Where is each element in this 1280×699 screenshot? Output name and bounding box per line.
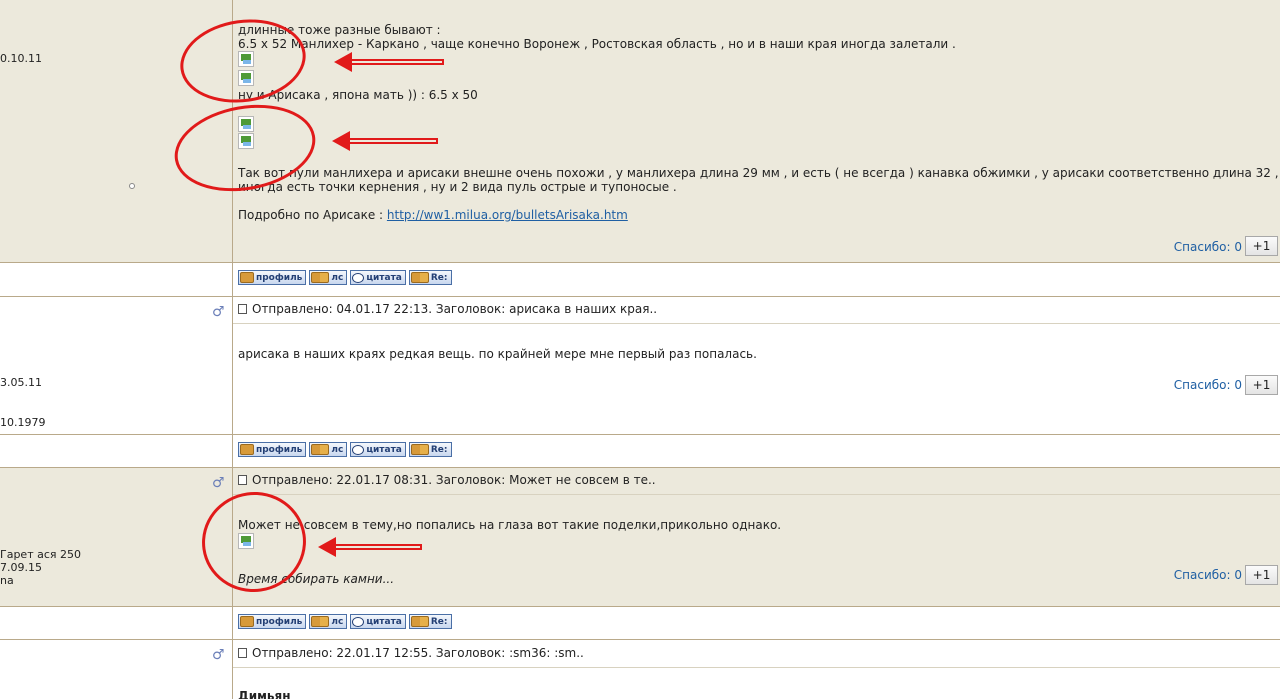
divider <box>0 639 1280 640</box>
post1-link[interactable]: http://ww1.milua.org/bulletsArisaka.htm <box>387 208 628 222</box>
post4-header: Отправлено: 22.01.17 12:55. Заголовок: :… <box>238 646 584 660</box>
post3-header-text: Отправлено: 22.01.17 08:31. Заголовок: М… <box>252 473 656 487</box>
small-circle-icon <box>129 183 135 189</box>
post3-thanks-link[interactable]: Спасибо: 0 <box>1174 568 1242 582</box>
post4-header-text: Отправлено: 22.01.17 12:55. Заголовок: :… <box>252 646 584 660</box>
male-symbol-icon: ♂ <box>212 304 225 320</box>
profile-button-label: профиль <box>256 272 303 283</box>
post1-plus-one-button[interactable]: +1 <box>1245 236 1278 256</box>
post1-line-4: Так вот пули манлихера и арисаки внешне … <box>238 166 1279 180</box>
divider <box>233 667 1280 668</box>
post2-user-date1: 3.05.11 <box>0 376 42 389</box>
user-icon <box>240 272 254 283</box>
pm-button[interactable]: лс <box>309 442 348 457</box>
user-icon <box>240 444 254 455</box>
reply-button[interactable]: Re: <box>408 270 452 285</box>
post2-footer <box>0 434 1280 467</box>
pm-button-label: лс <box>331 272 344 283</box>
post3-user-info2: 7.09.15 <box>0 561 42 574</box>
post3-plus-one-button[interactable]: +1 <box>1245 565 1278 585</box>
users-icon <box>410 272 429 283</box>
reply-button-label: Re: <box>430 272 448 283</box>
post1-link-label: Подробно по Арисаке : <box>238 208 387 222</box>
post3-header: Отправлено: 22.01.17 08:31. Заголовок: М… <box>238 473 656 487</box>
speech-bubble-icon <box>352 444 365 455</box>
pm-button[interactable]: лс <box>309 614 348 629</box>
pm-button-label: лс <box>331 616 344 627</box>
divider <box>233 323 1280 324</box>
post1-line-2: 6.5 x 52 Манлихер - Каркано , чаще конеч… <box>238 37 956 51</box>
post3-footer <box>0 606 1280 639</box>
post4-body-start: Димьян <box>238 689 291 699</box>
post3-user-info1: Гарет ася 250 <box>0 548 82 561</box>
post4-background <box>0 639 1280 699</box>
post2-body: арисака в наших краях редкая вещь. по кр… <box>238 347 757 361</box>
post2-user-date2: 10.1979 <box>0 416 46 429</box>
annotation-arrow-icon <box>334 52 444 72</box>
profile-button[interactable]: профиль <box>238 442 307 457</box>
post1-action-buttons: профиль лс цитата Re: <box>238 270 452 285</box>
reply-button[interactable]: Re: <box>408 614 452 629</box>
reply-button[interactable]: Re: <box>408 442 452 457</box>
users-icon <box>410 616 429 627</box>
document-icon <box>238 304 247 314</box>
speech-bubble-icon <box>352 272 365 283</box>
post1-user-date: 0.10.11 <box>0 52 42 65</box>
document-icon <box>238 475 247 485</box>
speech-bubble-icon <box>352 616 365 627</box>
pm-button[interactable]: лс <box>309 270 348 285</box>
quote-button-label: цитата <box>366 272 402 283</box>
divider <box>0 296 1280 297</box>
post3-user-info3: na <box>0 574 14 587</box>
users-icon <box>311 616 330 627</box>
users-icon <box>410 444 429 455</box>
pm-button-label: лс <box>331 444 344 455</box>
post1-footer <box>0 262 1280 296</box>
post2-plus-one-button[interactable]: +1 <box>1245 375 1278 395</box>
profile-button[interactable]: профиль <box>238 614 307 629</box>
divider <box>0 606 1280 607</box>
post2-thanks-link[interactable]: Спасибо: 0 <box>1174 378 1242 392</box>
post3-background <box>0 467 1280 606</box>
post2-background <box>0 296 1280 434</box>
quote-button[interactable]: цитата <box>350 270 406 285</box>
post1-thanks-link[interactable]: Спасибо: 0 <box>1174 240 1242 254</box>
male-symbol-icon: ♂ <box>212 475 225 491</box>
quote-button[interactable]: цитата <box>350 614 406 629</box>
quote-button-label: цитата <box>366 616 402 627</box>
post1-line-5: иногда есть точки кернения , ну и 2 вида… <box>238 180 677 194</box>
users-icon <box>311 444 330 455</box>
annotation-arrow-icon <box>318 537 422 557</box>
profile-button-label: профиль <box>256 616 303 627</box>
post2-header: Отправлено: 04.01.17 22:13. Заголовок: а… <box>238 302 657 316</box>
divider <box>0 467 1280 468</box>
post3-action-buttons: профиль лс цитата Re: <box>238 614 452 629</box>
reply-button-label: Re: <box>430 444 448 455</box>
profile-button[interactable]: профиль <box>238 270 307 285</box>
profile-button-label: профиль <box>256 444 303 455</box>
reply-button-label: Re: <box>430 616 448 627</box>
annotation-arrow-icon <box>332 131 438 151</box>
divider <box>233 494 1280 495</box>
post3-body: Может не совсем в тему,но попались на гл… <box>238 518 782 532</box>
divider <box>0 434 1280 435</box>
users-icon <box>311 272 330 283</box>
document-icon <box>238 648 247 658</box>
quote-button-label: цитата <box>366 444 402 455</box>
male-symbol-icon: ♂ <box>212 647 225 663</box>
column-divider <box>232 0 233 699</box>
quote-button[interactable]: цитата <box>350 442 406 457</box>
user-icon <box>240 616 254 627</box>
post2-header-text: Отправлено: 04.01.17 22:13. Заголовок: а… <box>252 302 658 316</box>
post2-action-buttons: профиль лс цитата Re: <box>238 442 452 457</box>
post1-link-line: Подробно по Арисаке : http://ww1.milua.o… <box>238 208 628 222</box>
divider <box>0 262 1280 263</box>
